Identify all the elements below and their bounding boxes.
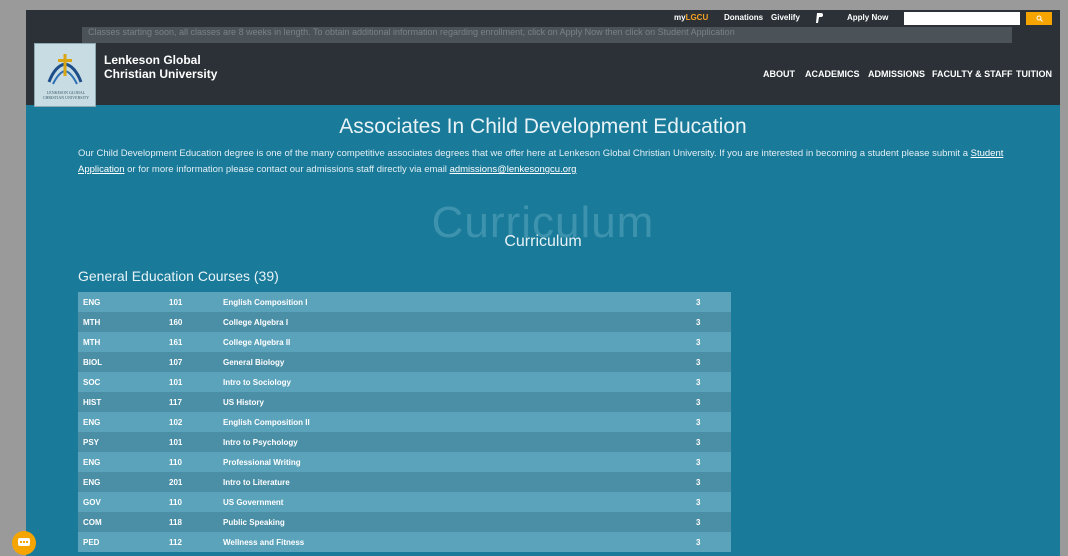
table-row: BIOL 107 General Biology 3 [78,352,731,372]
course-dept: MTH [78,332,164,352]
course-number: 161 [164,332,218,352]
search-icon [1036,15,1043,23]
table-row: PSY 101 Intro to Psychology 3 [78,432,731,452]
table-row: ENG 110 Professional Writing 3 [78,452,731,472]
intro-paragraph: Our Child Development Education degree i… [78,148,1004,175]
course-title: English Composition II [218,412,691,432]
utility-bar: myLGCU Donations Givelify Apply Now [26,10,1060,27]
course-dept: PED [78,532,164,552]
course-dept: BIOL [78,352,164,372]
paypal-icon[interactable] [816,13,823,26]
nav-admissions[interactable]: ADMISSIONS [868,69,925,79]
announcement-ticker: Classes starting soon, all classes are 8… [82,27,1012,43]
course-title: General Biology [218,352,691,372]
course-number: 107 [164,352,218,372]
course-title: US Government [218,492,691,512]
course-title: Intro to Sociology [218,372,691,392]
course-number: 160 [164,312,218,332]
nav-tuition[interactable]: TUITION [1016,69,1052,79]
course-credits: 3 [691,352,731,372]
course-title: Intro to Literature [218,472,691,492]
table-row: PED 112 Wellness and Fitness 3 [78,532,731,552]
course-table: ENG 101 English Composition I 3 MTH 160 Colleg… [78,292,731,552]
course-number: 101 [164,292,218,312]
course-title: College Algebra I [218,312,691,332]
course-credits: 3 [691,292,731,312]
course-number: 101 [164,372,218,392]
my-lgcu-link[interactable]: myLGCU [674,13,708,23]
givelify-link[interactable]: Givelify [771,13,800,23]
course-credits: 3 [691,432,731,452]
course-credits: 3 [691,372,731,392]
course-dept: HIST [78,392,164,412]
nav-academics[interactable]: ACADEMICS [805,69,860,79]
course-title: College Algebra II [218,332,691,352]
course-dept: ENG [78,472,164,492]
course-title: Wellness and Fitness [218,532,691,552]
section-heading: General Education Courses (39) [78,268,279,284]
nav-faculty-staff[interactable]: FACULTY & STAFF [932,69,1013,79]
course-credits: 3 [691,532,731,552]
course-credits: 3 [691,492,731,512]
course-title: Intro to Psychology [218,432,691,452]
course-credits: 3 [691,472,731,492]
chat-icon [18,538,30,546]
course-number: 110 [164,452,218,472]
course-dept: COM [78,512,164,532]
page-title: Associates In Child Development Educatio… [339,115,747,138]
search-button[interactable] [1026,12,1052,25]
table-row: ENG 201 Intro to Literature 3 [78,472,731,492]
university-logo[interactable]: LENKESON GLOBAL CHRISTIAN UNIVERSITY [34,43,96,107]
table-row: ENG 101 English Composition I3 [78,292,731,312]
course-dept: GOV [78,492,164,512]
table-row: HIST 117 US History 3 [78,392,731,412]
brand-line-2: Christian University [104,67,218,81]
course-dept: PSY [78,432,164,452]
course-title: US History [218,392,691,412]
brand-line-1: Lenkeson Global [104,53,201,67]
course-number: 117 [164,392,218,412]
table-row: COM 118 Public Speaking 3 [78,512,731,532]
site-search-input[interactable] [904,12,1020,25]
table-row: MTH 160 College Algebra I3 [78,312,731,332]
course-number: 118 [164,512,218,532]
course-title: Professional Writing [218,452,691,472]
table-row: MTH 161 College Algebra II 3 [78,332,731,352]
site-header: Classes starting soon, all classes are 8… [26,27,1060,107]
course-number: 101 [164,432,218,452]
course-credits: 3 [691,312,731,332]
brand-name[interactable]: Lenkeson Global Christian University [104,53,217,81]
admissions-email-link[interactable]: admissions@lenkesongcu.org [450,164,577,175]
table-row: GOV 110 US Government 3 [78,492,731,512]
course-dept: SOC [78,372,164,392]
course-credits: 3 [691,392,731,412]
course-title: English Composition I [218,292,691,312]
course-credits: 3 [691,512,731,532]
apply-now-link[interactable]: Apply Now [847,13,888,23]
cross-logo-icon [47,54,83,85]
course-number: 102 [164,412,218,432]
donations-link[interactable]: Donations [724,13,763,23]
course-credits: 3 [691,412,731,432]
chat-button[interactable] [12,531,36,555]
course-number: 201 [164,472,218,492]
browser-page: Classes starting soon, all classes are 8… [26,10,1060,556]
course-dept: ENG [78,292,164,312]
course-number: 112 [164,532,218,552]
course-dept: ENG [78,412,164,432]
nav-about[interactable]: ABOUT [763,69,795,79]
course-title: Public Speaking [218,512,691,532]
course-dept: ENG [78,452,164,472]
course-dept: MTH [78,312,164,332]
course-number: 110 [164,492,218,512]
curriculum-title: Curriculum [504,233,582,250]
course-credits: 3 [691,452,731,472]
table-row: ENG 102 English Composition II 3 [78,412,731,432]
course-credits: 3 [691,332,731,352]
table-row: SOC 101 Intro to Sociology 3 [78,372,731,392]
logo-caption: LENKESON GLOBAL CHRISTIAN UNIVERSITY [42,90,90,100]
